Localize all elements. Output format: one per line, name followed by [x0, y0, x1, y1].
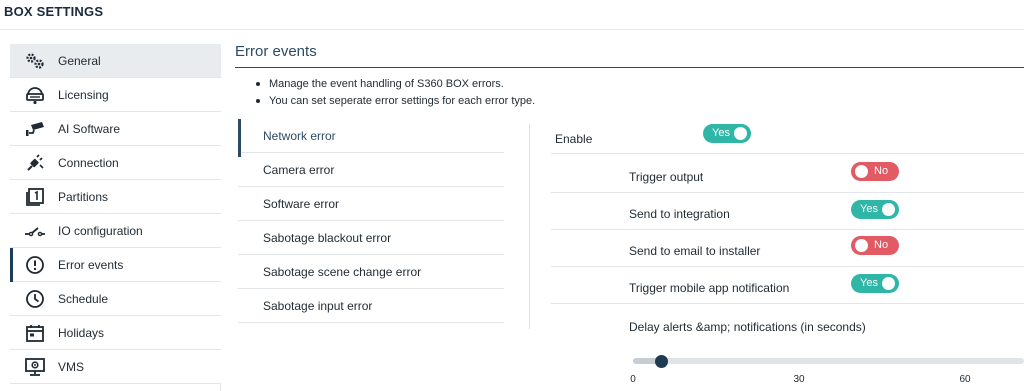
sidebar-item-error-events[interactable]: Error events	[10, 248, 221, 282]
error-type-sabotage-blackout[interactable]: Sabotage blackout error	[238, 221, 504, 255]
clock-icon	[24, 289, 46, 309]
sidebar-nav: General Licensing AI Software Connection…	[10, 44, 221, 391]
license-icon	[24, 85, 46, 105]
trigger-output-toggle[interactable]: No	[851, 162, 899, 181]
sidebar-item-label: Licensing	[58, 88, 109, 102]
sidebar-item-label: Error events	[58, 258, 124, 272]
title-divider	[235, 67, 1024, 68]
switch-icon	[24, 221, 46, 241]
info-item: Manage the event handling of S360 BOX er…	[255, 77, 535, 94]
trigger-output-label: Trigger output	[629, 170, 704, 184]
sidebar-item-label: General	[58, 54, 101, 68]
toggle-knob	[855, 239, 868, 252]
sidebar-item-connection[interactable]: Connection	[10, 146, 221, 180]
enable-label: Enable	[555, 132, 593, 146]
error-type-label: Camera error	[263, 163, 335, 177]
sidebar-item-holidays[interactable]: Holidays	[10, 316, 221, 350]
trigger-output-row: Trigger output	[551, 156, 1024, 193]
top-bar: BOX SETTINGS	[0, 0, 1024, 30]
sidebar-item-label: IO configuration	[58, 224, 143, 238]
monitor-icon	[24, 357, 46, 377]
column-divider	[529, 124, 530, 329]
error-type-label: Sabotage blackout error	[263, 231, 392, 245]
error-type-label: Sabotage scene change error	[263, 265, 422, 279]
error-type-label: Sabotage input error	[263, 299, 373, 313]
gears-icon	[24, 51, 46, 71]
mobile-notification-row: Trigger mobile app notification	[551, 267, 1024, 304]
info-item: You can set seperate error settings for …	[255, 94, 535, 111]
info-list: Manage the event handling of S360 BOX er…	[255, 77, 535, 111]
calendar-icon	[24, 323, 46, 343]
toggle-text: No	[874, 239, 889, 251]
plug-icon	[24, 153, 46, 173]
toggle-knob	[882, 277, 895, 290]
sidebar-item-vms[interactable]: VMS	[10, 350, 221, 384]
send-integration-row: Send to integration	[551, 193, 1024, 230]
toggle-text: Yes	[712, 127, 730, 139]
delay-label: Delay alerts &amp; notifications (in sec…	[629, 320, 866, 334]
toggle-text: Yes	[860, 203, 878, 215]
error-type-label: Network error	[263, 129, 336, 143]
error-type-sabotage-input[interactable]: Sabotage input error	[238, 289, 504, 323]
app-title: BOX SETTINGS	[4, 4, 104, 19]
send-integration-toggle[interactable]: Yes	[851, 200, 899, 219]
error-type-sabotage-scene-change[interactable]: Sabotage scene change error	[238, 255, 504, 289]
send-email-toggle[interactable]: No	[851, 236, 899, 255]
send-email-row: Send to email to installer	[551, 230, 1024, 267]
partition-icon	[24, 187, 46, 207]
error-type-label: Software error	[263, 197, 340, 211]
error-type-camera[interactable]: Camera error	[238, 153, 504, 187]
error-type-network[interactable]: Network error	[238, 119, 504, 157]
toggle-text: No	[874, 165, 889, 177]
sidebar-item-label: AI Software	[58, 122, 121, 136]
alert-circle-icon	[24, 255, 46, 275]
sidebar-item-label: VMS	[58, 360, 85, 374]
slider-tick-label: 60	[959, 374, 971, 385]
send-integration-label: Send to integration	[629, 207, 730, 221]
slider-tick-label: 0	[630, 374, 636, 385]
sidebar-item-label: Holidays	[58, 326, 105, 340]
mobile-notification-toggle[interactable]: Yes	[851, 274, 899, 293]
sidebar-item-ai-software[interactable]: AI Software	[10, 112, 221, 146]
sidebar-item-label: Schedule	[58, 292, 109, 306]
enable-divider	[551, 153, 1024, 154]
toggle-text: Yes	[860, 277, 878, 289]
sidebar-item-general[interactable]: General	[10, 44, 221, 78]
toggle-knob	[734, 127, 747, 140]
toggle-knob	[882, 203, 895, 216]
slider-tick-label: 30	[793, 374, 805, 385]
page-title: Error events	[235, 43, 317, 60]
sidebar-item-label: Partitions	[58, 190, 109, 204]
send-email-label: Send to email to installer	[629, 244, 761, 258]
sidebar-item-partitions[interactable]: Partitions	[10, 180, 221, 214]
toggle-knob	[855, 165, 868, 178]
sidebar-item-io-configuration[interactable]: IO configuration	[10, 214, 221, 248]
enable-toggle[interactable]: Yes	[703, 124, 751, 143]
delay-slider-track[interactable]	[633, 358, 1024, 364]
sidebar-item-schedule[interactable]: Schedule	[10, 282, 221, 316]
mobile-notification-label: Trigger mobile app notification	[629, 281, 790, 295]
sidebar-item-label: Connection	[58, 156, 119, 170]
cctv-camera-icon	[24, 119, 46, 139]
error-type-software[interactable]: Software error	[238, 187, 504, 221]
delay-slider-thumb[interactable]	[654, 355, 668, 368]
sidebar-item-licensing[interactable]: Licensing	[10, 78, 221, 112]
